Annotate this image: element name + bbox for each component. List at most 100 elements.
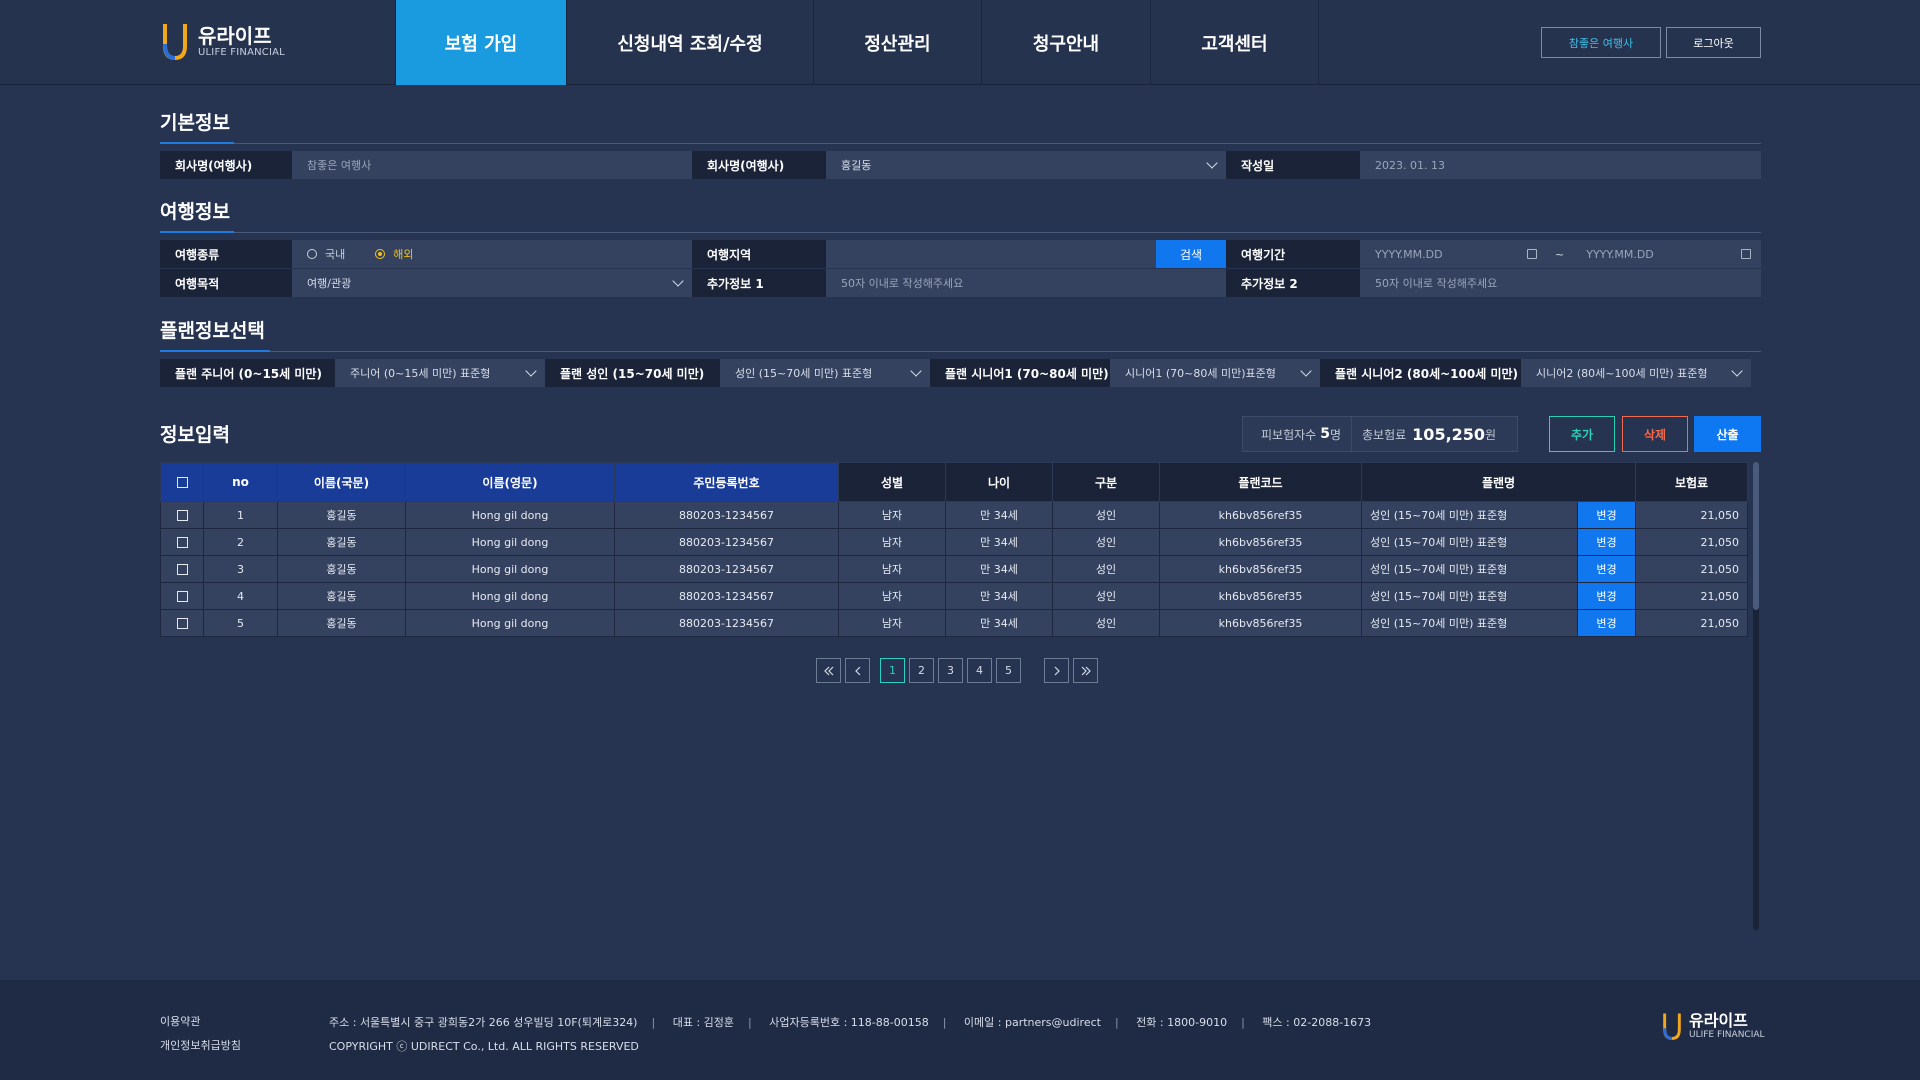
logout-button[interactable]: 로그아웃 xyxy=(1666,27,1761,58)
select-all-checkbox[interactable] xyxy=(176,477,188,488)
table-row[interactable]: 2 홍길동 Hong gil dong 880203-1234567 남자 만 34세 성인… xyxy=(160,528,1748,556)
extra1-input[interactable]: 50자 이내로 작성해주세요 xyxy=(826,269,1226,297)
plan-senior2-label: 플랜 시니어2 (80세~100세 미만) xyxy=(1320,359,1521,387)
radio-domestic[interactable]: 국내 xyxy=(307,246,345,262)
privacy-link[interactable]: 개인정보취급방침 xyxy=(160,1034,241,1058)
extra2-input[interactable]: 50자 이내로 작성해주세요 xyxy=(1360,269,1761,297)
terms-link[interactable]: 이용약관 xyxy=(160,1010,241,1034)
nav-insurance-join[interactable]: 보험 가입 xyxy=(395,0,567,85)
col-type: 구분 xyxy=(1052,462,1160,502)
change-plan-button[interactable]: 변경 xyxy=(1577,501,1636,529)
basic-info-row: 회사명(여행사) 참좋은 여행사 회사명(여행사) 홍길동 작성일 2023. … xyxy=(160,151,1761,179)
change-plan-button[interactable]: 변경 xyxy=(1577,609,1636,637)
purpose-select[interactable]: 여행/관광 xyxy=(292,269,692,297)
table-scrollbar[interactable] xyxy=(1753,462,1759,930)
company-button[interactable]: 참좋은 여행사 xyxy=(1541,27,1661,58)
manager-label: 회사명(여행사) xyxy=(692,151,826,179)
cell-name-ko: 홍길동 xyxy=(277,528,406,556)
cell-type: 성인 xyxy=(1052,555,1160,583)
table-row[interactable]: 1 홍길동 Hong gil dong 880203-1234567 남자 만 34세 성인… xyxy=(160,501,1748,529)
chevron-down-icon xyxy=(1731,365,1743,377)
page-1[interactable]: 1 xyxy=(880,658,905,683)
plan-adult-select[interactable]: 성인 (15~70세 미만) 표준형 xyxy=(720,359,930,387)
cell-age: 만 34세 xyxy=(945,582,1053,610)
brand-logo[interactable]: 유라이프 ULIFE FINANCIAL xyxy=(160,20,285,62)
main-nav: 보험 가입 신청내역 조회/수정 정산관리 청구안내 고객센터 xyxy=(395,0,1319,85)
premium-summary: 피보험자수 5 명 총보험료 105,250 원 xyxy=(1242,416,1518,452)
period-end-input[interactable]: YYYY.MM.DD xyxy=(1586,248,1654,261)
table-row[interactable]: 5 홍길동 Hong gil dong 880203-1234567 남자 만 34세 성인… xyxy=(160,609,1748,637)
page-5[interactable]: 5 xyxy=(996,658,1021,683)
calendar-icon[interactable] xyxy=(1741,249,1751,259)
delete-button[interactable]: 삭제 xyxy=(1622,416,1688,452)
cell-rrn: 880203-1234567 xyxy=(614,555,839,583)
footer-biz-no: 사업자등록번호 : 118-88-00158 xyxy=(769,1016,929,1029)
logo-english: ULIFE FINANCIAL xyxy=(198,46,285,58)
page-4[interactable]: 4 xyxy=(967,658,992,683)
next-page-icon[interactable] xyxy=(1044,658,1069,683)
prev-page-icon[interactable] xyxy=(845,658,870,683)
chevron-down-icon xyxy=(910,365,922,377)
radio-icon xyxy=(307,249,317,259)
select-all-cell[interactable] xyxy=(160,462,204,502)
manager-select[interactable]: 홍길동 xyxy=(826,151,1226,179)
col-gender: 성별 xyxy=(838,462,946,502)
row-checkbox[interactable] xyxy=(176,618,188,629)
last-page-icon[interactable] xyxy=(1073,658,1098,683)
add-button[interactable]: 추가 xyxy=(1549,416,1615,452)
period-tilde: ~ xyxy=(1555,247,1565,261)
nav-claim-guide[interactable]: 청구안내 xyxy=(982,0,1151,85)
row-checkbox[interactable] xyxy=(176,537,188,548)
region-input[interactable] xyxy=(826,240,1156,268)
title-accent xyxy=(160,350,270,352)
change-plan-button[interactable]: 변경 xyxy=(1577,582,1636,610)
company-info: 주소 : 서울특별시 중구 광희동2가 266 성우빌딩 10F(퇴계로324)… xyxy=(329,1011,1371,1059)
calculate-button[interactable]: 산출 xyxy=(1694,416,1761,452)
row-checkbox[interactable] xyxy=(176,591,188,602)
plan-senior1-select[interactable]: 시니어1 (70~80세 미만)표준형 xyxy=(1110,359,1320,387)
chevron-down-icon xyxy=(1206,157,1218,169)
nav-customer-center[interactable]: 고객센터 xyxy=(1151,0,1319,85)
row-select-cell[interactable] xyxy=(160,528,204,556)
nav-settlement[interactable]: 정산관리 xyxy=(814,0,982,85)
change-plan-button[interactable]: 변경 xyxy=(1577,528,1636,556)
page-2[interactable]: 2 xyxy=(909,658,934,683)
row-select-cell[interactable] xyxy=(160,609,204,637)
row-checkbox[interactable] xyxy=(176,510,188,521)
nav-application-history[interactable]: 신청내역 조회/수정 xyxy=(567,0,814,85)
cell-rrn: 880203-1234567 xyxy=(614,609,839,637)
divider xyxy=(160,143,1761,144)
table-row[interactable]: 3 홍길동 Hong gil dong 880203-1234567 남자 만 34세 성인… xyxy=(160,555,1748,583)
first-page-icon[interactable] xyxy=(816,658,841,683)
table-row[interactable]: 4 홍길동 Hong gil dong 880203-1234567 남자 만 34세 성인… xyxy=(160,582,1748,610)
row-select-cell[interactable] xyxy=(160,501,204,529)
plan-row: 플랜 주니어 (0~15세 미만) 주니어 (0~15세 미만) 표준형 플랜 … xyxy=(160,359,1761,387)
copyright: COPYRIGHT ⓒ UDIRECT Co., Ltd. ALL RIGHTS… xyxy=(329,1040,639,1053)
col-plan-code: 플랜코드 xyxy=(1159,462,1362,502)
change-plan-button[interactable]: 변경 xyxy=(1577,555,1636,583)
calendar-icon[interactable] xyxy=(1527,249,1537,259)
purpose-label: 여행목적 xyxy=(160,269,292,297)
row-checkbox[interactable] xyxy=(176,564,188,575)
period-start-input[interactable]: YYYY.MM.DD xyxy=(1375,248,1525,261)
top-header: 유라이프 ULIFE FINANCIAL 보험 가입 신청내역 조회/수정 정산… xyxy=(0,0,1920,85)
radio-overseas[interactable]: 해외 xyxy=(375,246,414,262)
travel-info-title: 여행정보 xyxy=(160,201,230,223)
cell-plan-name: 성인 (15~70세 미만) 표준형 xyxy=(1361,501,1578,529)
row-select-cell[interactable] xyxy=(160,555,204,583)
period-fields: YYYY.MM.DD ~ YYYY.MM.DD xyxy=(1360,240,1761,268)
region-search-button[interactable]: 검색 xyxy=(1156,240,1226,268)
page-3[interactable]: 3 xyxy=(938,658,963,683)
cell-plan-name: 성인 (15~70세 미만) 표준형 xyxy=(1361,555,1578,583)
cell-type: 성인 xyxy=(1052,501,1160,529)
cell-gender: 남자 xyxy=(838,609,946,637)
row-select-cell[interactable] xyxy=(160,582,204,610)
divider xyxy=(160,232,1761,233)
cell-name-en: Hong gil dong xyxy=(405,501,615,529)
company-field[interactable]: 참좋은 여행사 xyxy=(292,151,692,179)
plan-senior1-label: 플랜 시니어1 (70~80세 미만) xyxy=(930,359,1110,387)
scrollbar-thumb[interactable] xyxy=(1753,462,1759,610)
cell-type: 성인 xyxy=(1052,582,1160,610)
plan-senior2-select[interactable]: 시니어2 (80세~100세 미만) 표준형 xyxy=(1521,359,1751,387)
plan-junior-select[interactable]: 주니어 (0~15세 미만) 표준형 xyxy=(335,359,545,387)
